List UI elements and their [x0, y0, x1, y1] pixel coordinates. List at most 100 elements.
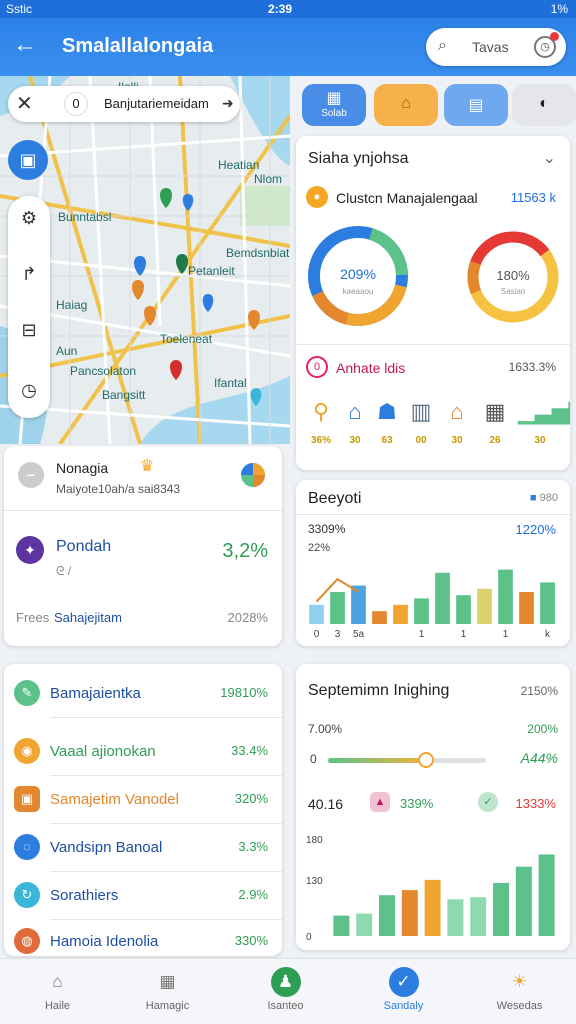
- grid-icon: ▦: [159, 972, 176, 991]
- close-icon[interactable]: ✕: [16, 91, 33, 116]
- directions-icon[interactable]: ➜: [222, 95, 234, 112]
- map-search-bar[interactable]: ✕ 0 Banjutariemeidam ➜: [8, 86, 240, 122]
- shop-item[interactable]: ⌂ 30: [442, 394, 472, 448]
- map-pin[interactable]: [202, 294, 214, 312]
- page-title: Smalallalongaia: [62, 35, 214, 57]
- bar[interactable]: [493, 882, 509, 936]
- map-pin[interactable]: [170, 360, 182, 380]
- bar[interactable]: [372, 611, 387, 624]
- nav-item-grid[interactable]: ▦ Hamagic: [110, 959, 225, 1024]
- robot-icon: ☗: [377, 399, 397, 424]
- bar[interactable]: [424, 879, 441, 936]
- bar[interactable]: [333, 915, 350, 936]
- list-item[interactable]: ◉ Vaaal ajionokan 33.4%: [4, 728, 282, 776]
- map-search-input[interactable]: Banjutariemeidam: [104, 96, 209, 111]
- store-item[interactable]: ⌂ 30: [340, 394, 370, 448]
- carrier-text: Sstic: [6, 2, 33, 16]
- bar[interactable]: [435, 572, 450, 624]
- quick-action-home[interactable]: ⌂: [374, 84, 438, 126]
- list-item[interactable]: ✎ Bamajaientka 19810%: [4, 670, 282, 718]
- robot-item[interactable]: ☗ 63: [372, 394, 402, 448]
- summary-row[interactable]: ● Clustcn Manajalengaal 11563 k: [306, 186, 560, 210]
- map-pin[interactable]: [176, 254, 188, 274]
- slider-handle[interactable]: [417, 752, 434, 768]
- map-pin[interactable]: [182, 194, 194, 211]
- nav-item-home[interactable]: ⌂ Haile: [0, 959, 115, 1024]
- bar[interactable]: [538, 854, 555, 936]
- nav-item-sun[interactable]: ☀ Wesedas: [462, 959, 576, 1024]
- bar[interactable]: [356, 913, 373, 936]
- beeyoti-left-sub: 22%: [308, 542, 331, 554]
- footer-link[interactable]: Sahajejitam: [54, 610, 122, 625]
- donut-1-value: 209%: [340, 266, 376, 282]
- settings-icon[interactable]: ⚙: [8, 198, 50, 238]
- list-item[interactable]: ◍ Hamoia Idenolia 330%: [4, 918, 282, 956]
- donut-chart-2[interactable]: 180% Sasiao: [466, 230, 560, 324]
- bar[interactable]: [540, 582, 555, 624]
- summary-row-2[interactable]: 0 Anhate ldis 1633.3%: [306, 356, 560, 380]
- back-button[interactable]: ←: [10, 30, 40, 60]
- bar[interactable]: [456, 595, 471, 624]
- layers-button[interactable]: ▣: [8, 140, 48, 180]
- quick-action-grid[interactable]: ▦ Solab: [302, 84, 366, 126]
- map-pin[interactable]: [134, 256, 146, 276]
- quick-action-moon[interactable]: ◐: [512, 84, 576, 126]
- arrow-left-icon: ←: [13, 31, 37, 58]
- x-tick-label: 0: [314, 629, 320, 640]
- bar[interactable]: [379, 895, 395, 936]
- bar[interactable]: [309, 604, 324, 624]
- chart-icon: ◉: [14, 738, 40, 764]
- septem-bar-chart[interactable]: 180 130 0: [304, 828, 562, 940]
- bar[interactable]: [470, 897, 487, 936]
- list-item[interactable]: ▣ Samajetim Vanodel 320%: [4, 776, 282, 824]
- building-item[interactable]: ▦ 26: [480, 394, 510, 448]
- bar[interactable]: [519, 592, 534, 624]
- pin-item[interactable]: ⚲ 36%: [306, 394, 336, 448]
- chevron-down-icon[interactable]: ⌄: [543, 148, 556, 168]
- nonagia-item-title[interactable]: Pondah: [56, 538, 111, 556]
- beeyoti-left-value: 3309%: [308, 522, 346, 536]
- minus-icon[interactable]: −: [18, 462, 44, 488]
- map-pin[interactable]: [248, 310, 260, 330]
- coin-icon: ●: [306, 186, 328, 208]
- bar[interactable]: [447, 899, 464, 936]
- search-bar[interactable]: ⌕ Tavas ◷: [426, 28, 566, 66]
- leaf-icon: ✎: [14, 680, 40, 706]
- y-tick-label: 0: [306, 932, 312, 940]
- bar[interactable]: [393, 604, 408, 624]
- nav-item-compass[interactable]: ✓ Sandaly: [346, 959, 461, 1024]
- slider-track[interactable]: [328, 752, 486, 768]
- nav-item-profile[interactable]: ♟ Isanteo: [228, 959, 343, 1024]
- clock-icon[interactable]: ◷: [8, 370, 50, 410]
- bar[interactable]: [330, 592, 345, 624]
- beeyoti-bar-chart[interactable]: 0 3 5a 1 1 1 k: [304, 556, 562, 640]
- metric-2: 339%: [400, 796, 434, 811]
- bar[interactable]: [477, 588, 492, 624]
- divider: [296, 514, 570, 515]
- list-item[interactable]: ◌ Vandsipn Banoal 3.3%: [4, 824, 282, 872]
- map-pin[interactable]: [132, 280, 144, 300]
- bar[interactable]: [498, 569, 513, 624]
- bar[interactable]: [515, 866, 532, 936]
- compass-icon: ✓: [388, 967, 419, 997]
- route-icon[interactable]: ↱: [8, 254, 50, 294]
- quick-action-document[interactable]: ▤: [444, 84, 508, 126]
- map-pin[interactable]: [144, 306, 156, 326]
- layers-icon: ▣: [19, 150, 37, 170]
- box-icon: ▣: [14, 786, 40, 812]
- donut-chart-1[interactable]: 209% kaeaaou: [306, 224, 410, 328]
- check-icon: ✓: [478, 792, 498, 812]
- machine-item[interactable]: ▥ 00: [406, 394, 436, 448]
- bars-item[interactable]: ▁▃▅▇30: [518, 394, 570, 448]
- building-icon: ▦: [484, 399, 506, 424]
- metric-1: 40.16: [308, 796, 344, 812]
- bar[interactable]: [401, 890, 418, 936]
- result-count: 0: [64, 92, 88, 116]
- nonagia-item-sub: ᘓ /: [56, 564, 72, 578]
- list-item[interactable]: ↻ Sorathiers 2.9%: [4, 872, 282, 920]
- map-pin[interactable]: [250, 388, 262, 406]
- donut-2-sub: Sasiao: [501, 287, 526, 296]
- inbox-icon[interactable]: ⊟: [8, 310, 50, 350]
- map-pin[interactable]: [160, 188, 172, 208]
- bar[interactable]: [414, 598, 429, 624]
